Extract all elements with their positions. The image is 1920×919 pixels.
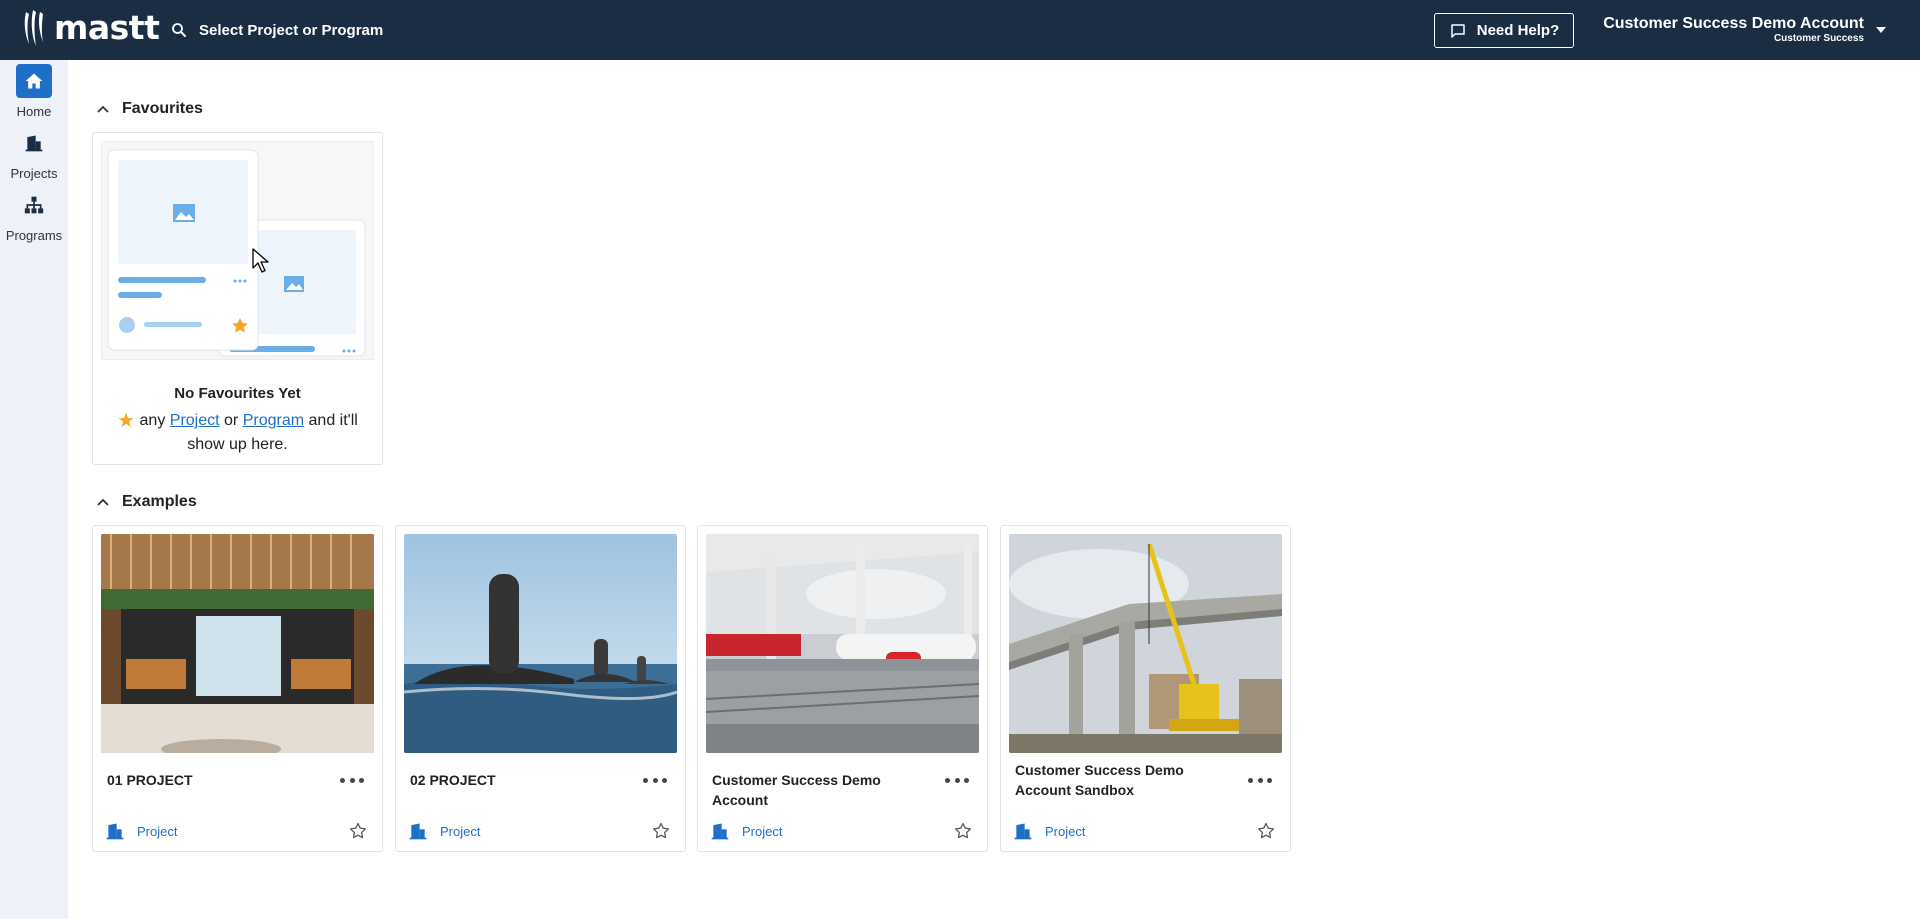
sidebar-item-label: Programs xyxy=(5,228,63,243)
account-name: Customer Success Demo Account xyxy=(1603,15,1864,32)
chat-icon xyxy=(1450,23,1465,38)
project-name[interactable]: 01 PROJECT xyxy=(107,770,327,790)
project-image-submarines xyxy=(404,534,677,753)
star-icon: ★ xyxy=(117,410,136,432)
need-help-button[interactable]: Need Help? xyxy=(1434,13,1574,48)
favourite-star-icon[interactable] xyxy=(651,821,671,841)
project-name[interactable]: Customer Success Demo Account Sandbox xyxy=(1015,760,1235,800)
project-image-restaurant xyxy=(101,534,374,753)
project-type[interactable]: Project xyxy=(105,821,177,841)
project-type-label: Project xyxy=(742,823,783,839)
project-type[interactable]: Project xyxy=(710,821,782,841)
project-card[interactable]: Customer Success Demo Account Project xyxy=(697,525,988,852)
chevron-up-icon xyxy=(97,498,109,506)
sidebar-item-projects[interactable]: Projects xyxy=(0,126,68,181)
sidebar-item-programs[interactable]: Programs xyxy=(0,188,68,243)
favourite-star-icon[interactable] xyxy=(348,821,368,841)
desc-any: any xyxy=(139,412,166,429)
project-type[interactable]: Project xyxy=(1013,821,1085,841)
project-type-label: Project xyxy=(1045,823,1086,839)
no-favourites-description: ★ any Project or Program and it'll show … xyxy=(101,409,374,457)
building-icon xyxy=(711,823,729,840)
account-role: Customer Success xyxy=(1773,33,1864,44)
sidebar-item-home[interactable]: Home xyxy=(0,64,68,119)
favourites-empty-card: No Favourites Yet ★ any Project or Progr… xyxy=(92,132,383,465)
need-help-label: Need Help? xyxy=(1476,22,1560,39)
home-icon xyxy=(25,73,43,89)
mouse-cursor-icon xyxy=(252,248,269,273)
building-icon-wrap xyxy=(16,126,52,160)
account-menu[interactable]: Customer Success Demo Account Customer S… xyxy=(1603,14,1864,45)
favourites-illustration xyxy=(101,141,374,360)
project-type-label: Project xyxy=(440,823,481,839)
more-options-icon[interactable] xyxy=(340,772,364,788)
project-search[interactable]: Select Project or Program xyxy=(170,16,383,44)
favourite-star-icon[interactable] xyxy=(1256,821,1276,841)
search-icon xyxy=(172,23,186,37)
chevron-down-icon[interactable] xyxy=(1876,27,1886,33)
sidebar: Home Projects Programs xyxy=(0,60,68,919)
mastt-logo-icon xyxy=(24,10,43,46)
more-options-icon[interactable] xyxy=(643,772,667,788)
project-type[interactable]: Project xyxy=(408,821,480,841)
favourites-title: Favourites xyxy=(122,100,203,117)
building-icon xyxy=(409,823,427,840)
project-type-label: Project xyxy=(137,823,178,839)
chevron-up-icon xyxy=(97,105,109,113)
hierarchy-icon xyxy=(24,196,44,214)
building-icon xyxy=(25,135,43,152)
project-name[interactable]: Customer Success Demo Account xyxy=(712,770,932,810)
project-card[interactable]: 02 PROJECT Project xyxy=(395,525,686,852)
building-icon xyxy=(106,823,124,840)
desc-or: or xyxy=(224,412,239,429)
search-label: Select Project or Program xyxy=(199,21,384,39)
project-name[interactable]: 02 PROJECT xyxy=(410,770,630,790)
favourites-section-toggle[interactable]: Favourites xyxy=(96,100,203,118)
favourite-star-icon[interactable] xyxy=(953,821,973,841)
more-options-icon[interactable] xyxy=(1248,772,1272,788)
no-favourites-title: No Favourites Yet xyxy=(174,385,301,402)
top-bar: mastt Select Project or Program Need Hel… xyxy=(0,0,1920,60)
project-image-airport xyxy=(706,534,979,753)
sidebar-item-label: Projects xyxy=(10,166,58,181)
empty-favourites-image xyxy=(107,149,366,357)
logo-text: mastt xyxy=(54,8,160,47)
project-link[interactable]: Project xyxy=(170,412,220,429)
home-icon-wrap xyxy=(16,64,52,98)
examples-title: Examples xyxy=(122,493,197,510)
hierarchy-icon-wrap xyxy=(16,188,52,222)
sidebar-item-label: Home xyxy=(16,104,52,119)
more-options-icon[interactable] xyxy=(945,772,969,788)
project-image-bridge-crane xyxy=(1009,534,1282,753)
building-icon xyxy=(1014,823,1032,840)
project-card[interactable]: 01 PROJECT Project xyxy=(92,525,383,852)
mastt-logo[interactable]: mastt xyxy=(22,8,160,48)
examples-section-toggle[interactable]: Examples xyxy=(96,493,197,511)
project-card[interactable]: Customer Success Demo Account Sandbox Pr… xyxy=(1000,525,1291,852)
program-link[interactable]: Program xyxy=(243,412,304,429)
